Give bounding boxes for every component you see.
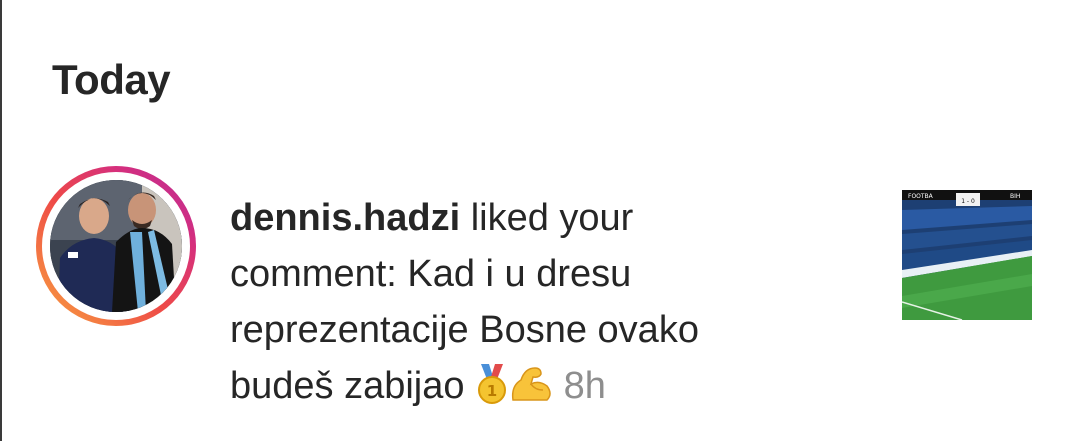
thumbnail-left-label: FOOTBA — [908, 193, 934, 200]
avatar-photo — [50, 180, 182, 312]
post-thumbnail-image: FOOTBA 1 - 0 BIH — [902, 190, 1032, 320]
svg-text:1: 1 — [487, 382, 497, 400]
section-heading: Today — [52, 56, 171, 103]
post-thumbnail[interactable]: FOOTBA 1 - 0 BIH — [902, 190, 1032, 320]
notification-text[interactable]: dennis.hadzi liked your comment: Kad i u… — [230, 190, 790, 420]
notification-timestamp: 8h — [563, 365, 606, 407]
flexed-biceps-icon — [509, 364, 553, 420]
medal-icon: 1 — [475, 364, 509, 420]
avatar[interactable] — [50, 180, 182, 312]
avatar-ring-gap — [42, 172, 190, 320]
notification-username[interactable]: dennis.hadzi — [230, 197, 460, 239]
notifications-screen: Today dennis.hadzi liked your comment: K… — [0, 0, 1080, 441]
thumbnail-right-label: BIH — [1010, 193, 1020, 200]
avatar-story-ring[interactable] — [36, 166, 196, 326]
notification-row[interactable]: dennis.hadzi liked your comment: Kad i u… — [0, 160, 1080, 420]
thumbnail-score: 1 - 0 — [961, 198, 975, 205]
